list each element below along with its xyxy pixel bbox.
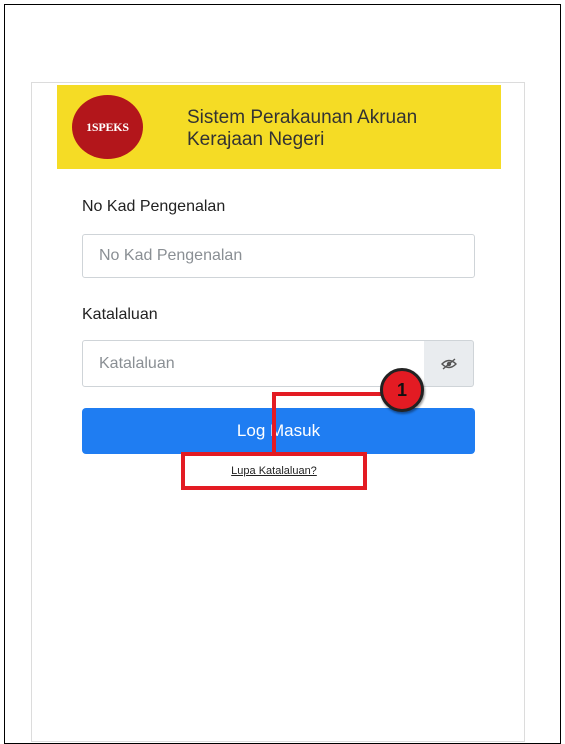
password-label: Katalaluan: [82, 306, 158, 323]
callout-line-horizontal: [272, 392, 382, 396]
password-input[interactable]: Katalaluan: [82, 340, 425, 387]
id-number-input[interactable]: No Kad Pengenalan: [82, 234, 475, 278]
id-label: No Kad Pengenalan: [82, 198, 226, 215]
app-logo: 1SPEKS: [72, 95, 143, 159]
system-title: Sistem Perakaunan Akruan Kerajaan Negeri: [187, 107, 418, 150]
step-number-badge: 1: [380, 368, 424, 412]
eye-icon: [440, 357, 457, 370]
show-password-button[interactable]: [424, 340, 474, 387]
callout-line-vertical: [272, 392, 276, 454]
logo-text: 1SPEKS: [86, 119, 129, 134]
login-button[interactable]: Log Masuk: [82, 408, 475, 454]
forgot-password-link[interactable]: Lupa Katalaluan?: [181, 452, 367, 490]
